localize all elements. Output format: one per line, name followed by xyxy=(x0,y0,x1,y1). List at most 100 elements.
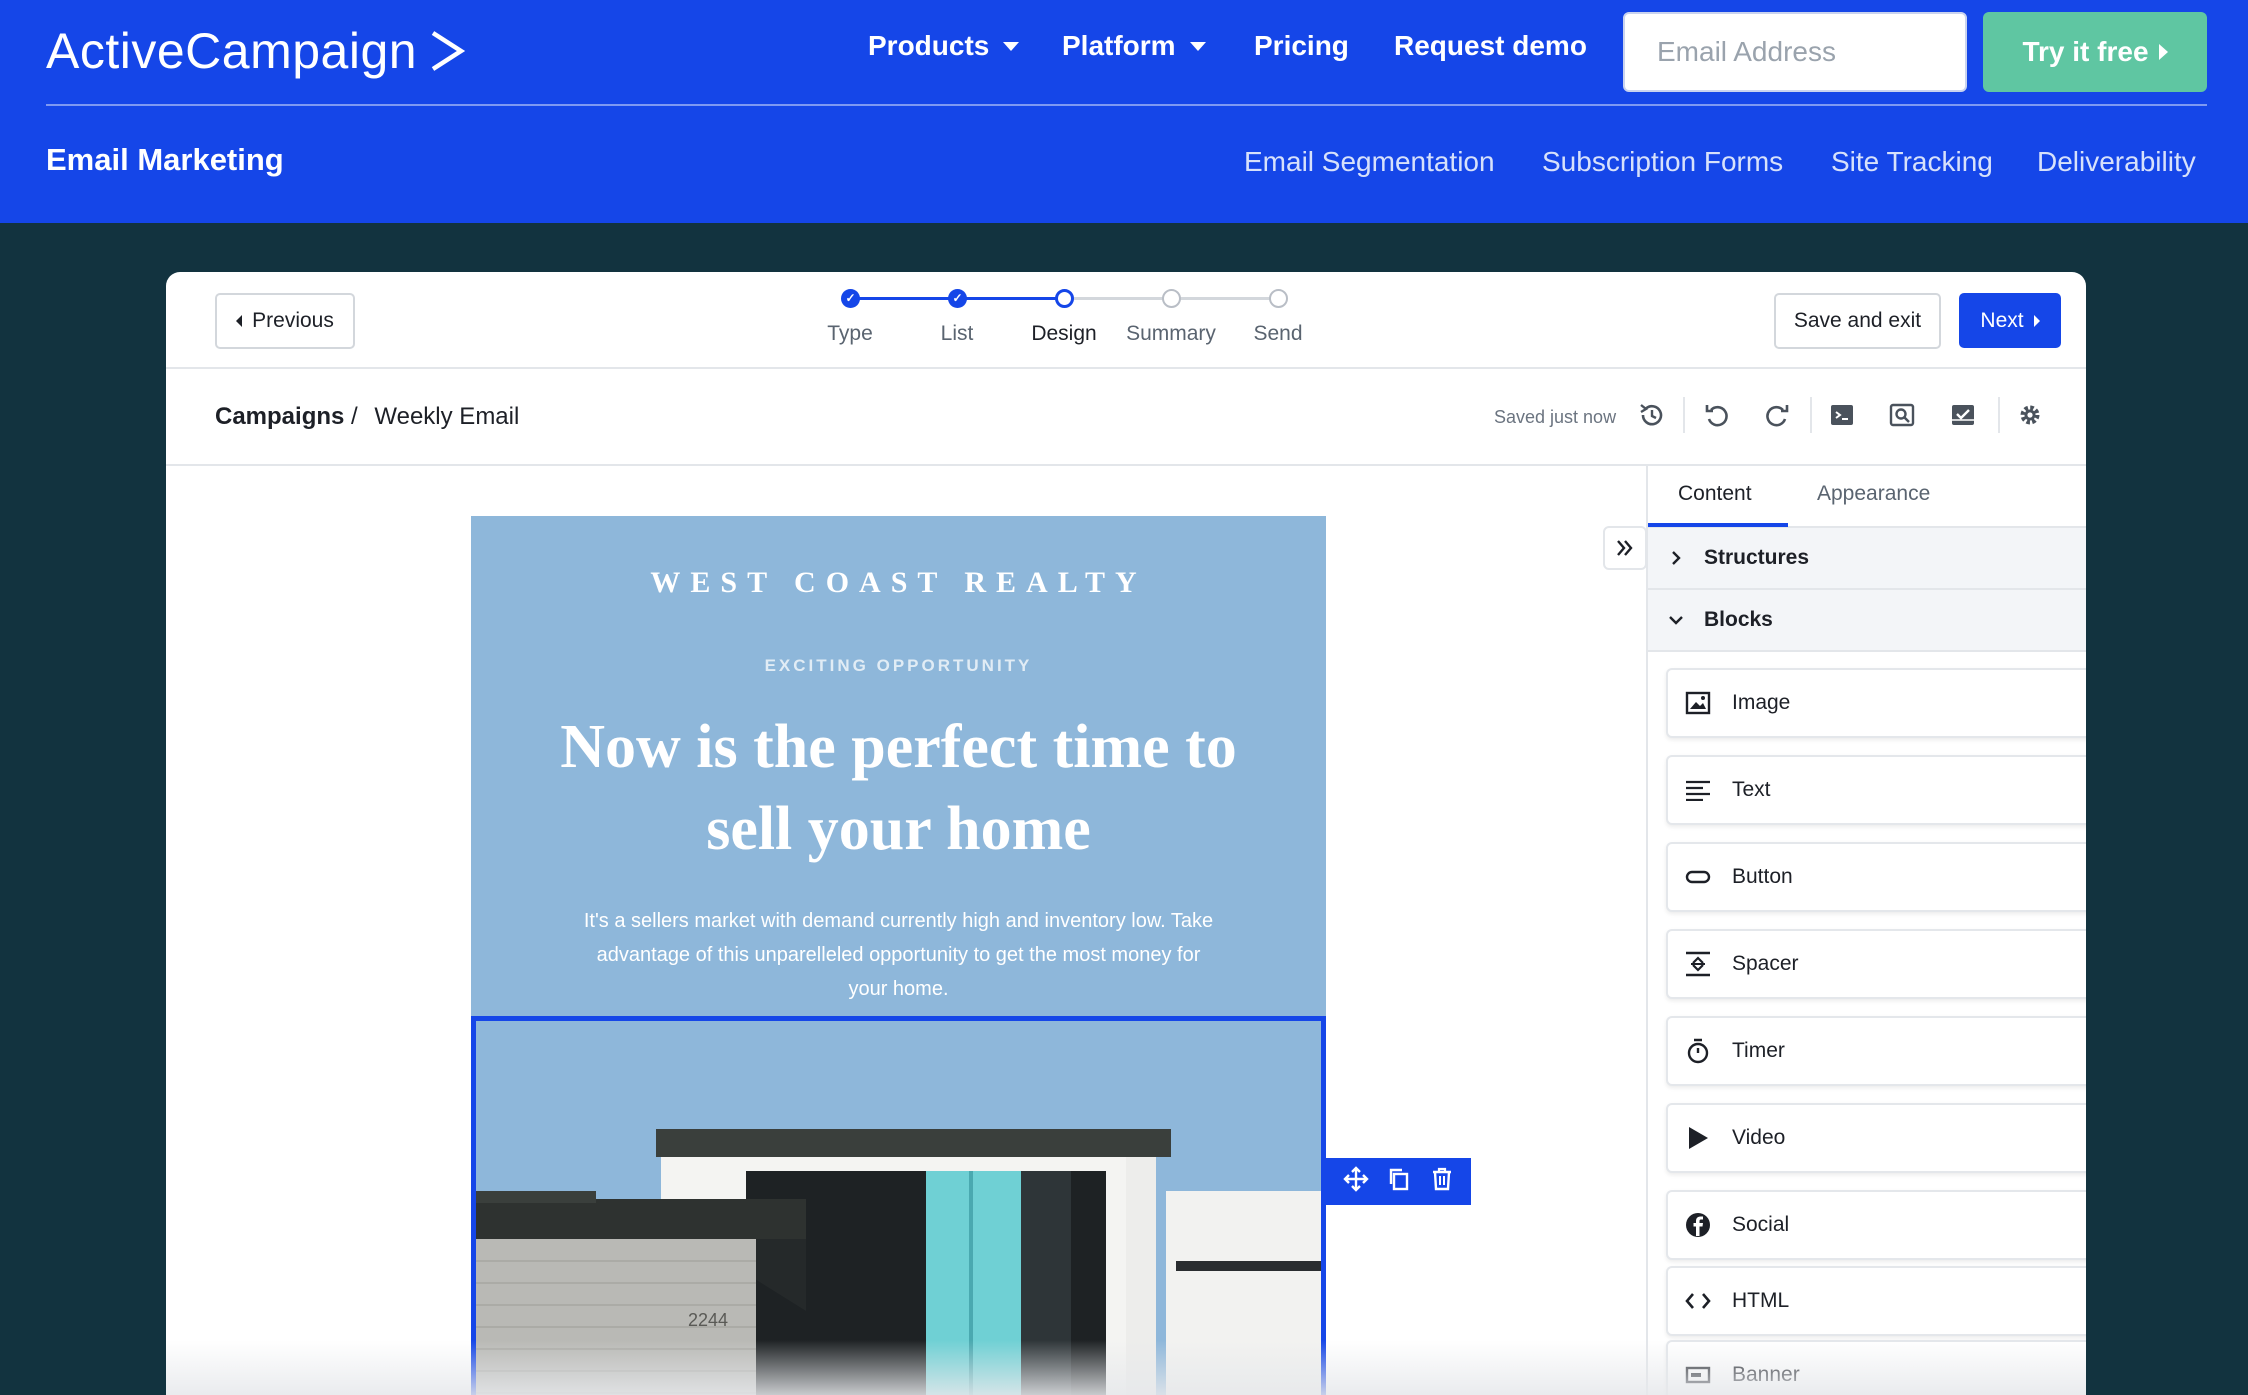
email-eyebrow[interactable]: EXCITING OPPORTUNITY xyxy=(471,656,1326,676)
nav-products[interactable]: Products xyxy=(868,30,1020,62)
caret-down-icon xyxy=(1189,41,1206,51)
redo-icon[interactable] xyxy=(1761,399,1793,431)
collapse-panel-button[interactable] xyxy=(1603,526,1647,570)
block-banner-label: Banner xyxy=(1732,1363,1800,1386)
step-label-type[interactable]: Type xyxy=(790,322,910,346)
block-spacer[interactable]: Spacer xyxy=(1666,929,2086,999)
tab-content[interactable]: Content xyxy=(1678,482,1752,506)
block-button[interactable]: Button xyxy=(1666,842,2086,912)
email-preview[interactable]: WEST COAST REALTY EXCITING OPPORTUNITY N… xyxy=(471,516,1326,1395)
campaign-editor: Previous ✓ ✓ Type List Design Summary Se… xyxy=(166,272,2086,1395)
step-list-checkmark-icon[interactable]: ✓ xyxy=(948,289,967,308)
text-icon xyxy=(1684,776,1712,804)
subnav-subscription-forms[interactable]: Subscription Forms xyxy=(1542,146,1783,178)
blocks-accordion[interactable]: Blocks xyxy=(1648,590,2086,652)
delete-icon[interactable] xyxy=(1429,1166,1455,1197)
block-video[interactable]: Video xyxy=(1666,1103,2086,1173)
video-icon xyxy=(1684,1124,1712,1152)
send-test-icon[interactable] xyxy=(1947,399,1979,431)
breadcrumb-separator: / xyxy=(351,403,358,430)
nav-platform[interactable]: Platform xyxy=(1062,30,1206,62)
caret-down-icon xyxy=(1003,41,1020,51)
step-label-send[interactable]: Send xyxy=(1218,322,1338,346)
settings-gear-icon[interactable] xyxy=(2014,399,2046,431)
breadcrumb: Campaigns / Weekly Email xyxy=(215,403,519,431)
step-summary-dot[interactable] xyxy=(1162,289,1181,308)
caret-right-icon xyxy=(2158,44,2168,60)
step-send-dot[interactable] xyxy=(1269,289,1288,308)
block-social-label: Social xyxy=(1732,1213,1790,1236)
block-timer[interactable]: Timer xyxy=(1666,1016,2086,1086)
nav-pricing-label: Pricing xyxy=(1254,30,1349,61)
block-button-label: Button xyxy=(1732,865,1793,888)
step-design-dot[interactable] xyxy=(1055,289,1074,308)
breadcrumb-campaigns[interactable]: Campaigns xyxy=(215,403,344,430)
block-social[interactable]: Social xyxy=(1666,1190,2086,1260)
block-banner[interactable]: Banner xyxy=(1666,1340,2086,1395)
move-icon[interactable] xyxy=(1342,1166,1369,1197)
block-text-label: Text xyxy=(1732,778,1771,801)
step-connector xyxy=(850,297,957,300)
block-html-label: HTML xyxy=(1732,1289,1790,1312)
editor-header: Previous ✓ ✓ Type List Design Summary Se… xyxy=(166,272,2086,369)
email-brand[interactable]: WEST COAST REALTY xyxy=(471,566,1326,600)
subnav-email-segmentation[interactable]: Email Segmentation xyxy=(1244,146,1495,178)
blocks-label: Blocks xyxy=(1704,608,1773,631)
email-address-input[interactable] xyxy=(1623,12,1967,92)
step-connector xyxy=(1171,297,1278,300)
block-html[interactable]: HTML xyxy=(1666,1266,2086,1336)
toolbar-divider xyxy=(1683,397,1685,433)
structures-accordion[interactable]: Structures xyxy=(1648,528,2086,590)
section-title[interactable]: Email Marketing xyxy=(46,142,284,178)
block-text[interactable]: Text xyxy=(1666,755,2086,825)
caret-right-icon xyxy=(2033,314,2040,327)
subnav-deliverability[interactable]: Deliverability xyxy=(2037,146,2196,178)
house-photo: 2244 xyxy=(476,1021,1321,1395)
try-it-free-button[interactable]: Try it free xyxy=(1983,12,2207,92)
block-image[interactable]: Image xyxy=(1666,668,2086,738)
previous-label: Previous xyxy=(252,309,334,332)
chevron-down-icon xyxy=(1669,616,1683,625)
code-icon[interactable] xyxy=(1826,399,1858,431)
brand-name: ActiveCampaign xyxy=(46,23,418,79)
history-icon[interactable] xyxy=(1636,399,1668,431)
breadcrumb-bar: Campaigns / Weekly Email Saved just now xyxy=(166,369,2086,466)
panel-tabs: Content Appearance xyxy=(1648,466,2086,528)
next-button[interactable]: Next xyxy=(1959,293,2061,348)
preview-icon[interactable] xyxy=(1886,399,1918,431)
previous-button[interactable]: Previous xyxy=(215,293,355,349)
next-label: Next xyxy=(1980,308,2024,332)
selected-image-block[interactable]: 2244 xyxy=(471,1016,1326,1395)
step-type-checkmark-icon[interactable]: ✓ xyxy=(841,289,860,308)
step-connector xyxy=(1064,297,1171,300)
toolbar-divider xyxy=(1998,397,2000,433)
active-tab-indicator xyxy=(1648,523,1788,527)
nav-platform-label: Platform xyxy=(1062,30,1176,61)
email-body-text[interactable]: It's a sellers market with demand curren… xyxy=(581,904,1216,1006)
timer-icon xyxy=(1684,1037,1712,1065)
structures-label: Structures xyxy=(1704,546,1810,569)
nav-request-demo-label: Request demo xyxy=(1394,30,1587,61)
caret-left-icon xyxy=(236,315,243,327)
duplicate-icon[interactable] xyxy=(1386,1166,1412,1197)
brand-logo[interactable]: ActiveCampaign xyxy=(46,22,467,80)
email-headline[interactable]: Now is the perfect time to sell your hom… xyxy=(551,706,1246,870)
step-label-list[interactable]: List xyxy=(897,322,1017,346)
save-and-exit-button[interactable]: Save and exit xyxy=(1774,293,1941,349)
step-label-design[interactable]: Design xyxy=(1004,322,1124,346)
block-image-label: Image xyxy=(1732,691,1791,714)
button-icon xyxy=(1684,863,1712,891)
step-label-summary[interactable]: Summary xyxy=(1111,322,1231,346)
nav-request-demo[interactable]: Request demo xyxy=(1394,30,1587,62)
block-spacer-label: Spacer xyxy=(1732,952,1799,975)
subnav-site-tracking[interactable]: Site Tracking xyxy=(1831,146,1993,178)
undo-icon[interactable] xyxy=(1701,399,1733,431)
toolbar-divider xyxy=(1810,397,1812,433)
try-it-free-label: Try it free xyxy=(2022,36,2149,67)
nav-pricing[interactable]: Pricing xyxy=(1254,30,1349,62)
header-divider xyxy=(46,104,2207,106)
spacer-icon xyxy=(1684,950,1712,978)
tab-appearance[interactable]: Appearance xyxy=(1817,482,1930,506)
block-timer-label: Timer xyxy=(1732,1039,1785,1062)
social-icon xyxy=(1684,1211,1712,1239)
